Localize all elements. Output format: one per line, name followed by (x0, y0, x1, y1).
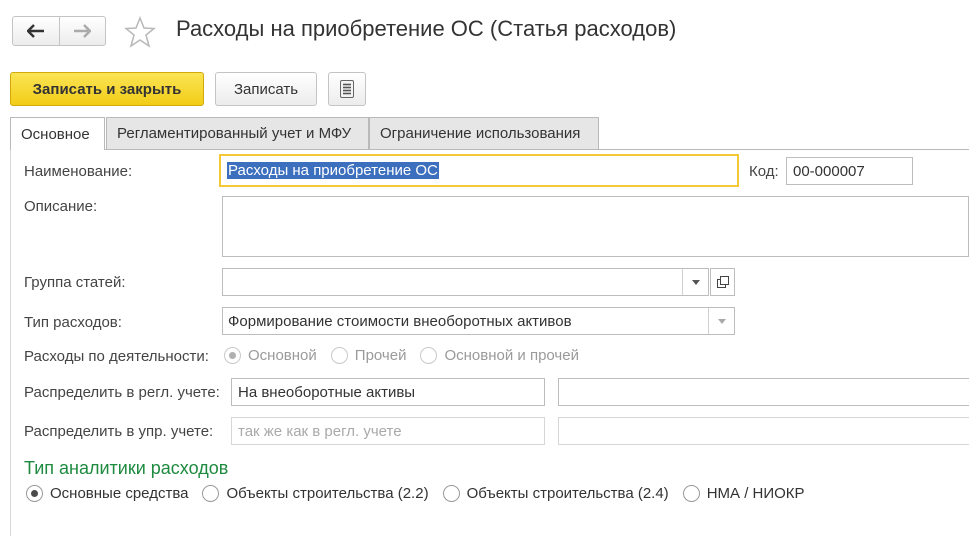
more-actions-button[interactable] (328, 72, 366, 106)
description-label: Описание: (24, 198, 98, 215)
code-label: Код: (749, 163, 779, 180)
analytics-option-intangible-assets[interactable]: НМА / НИОКР (682, 485, 805, 502)
distribute-mgmt-label: Распределить в упр. учете: (24, 423, 214, 440)
menu-list-icon (340, 80, 354, 98)
navigation-buttons (12, 16, 106, 46)
expense-type-label: Тип расходов: (24, 314, 122, 331)
expense-type-value: Формирование стоимости внеоборотных акти… (228, 312, 572, 330)
tab-regulated-accounting[interactable]: Регламентированный учет и МФУ (106, 117, 369, 149)
expense-type-field[interactable]: Формирование стоимости внеоборотных акти… (222, 307, 735, 335)
radio-button[interactable] (330, 347, 348, 364)
analytics-option-fixed-assets[interactable]: Основные средства (26, 485, 188, 502)
open-in-window-icon (716, 276, 729, 288)
activity-option-other[interactable]: Прочей (330, 347, 407, 364)
group-field[interactable] (222, 268, 709, 296)
distribute-mgmt-field[interactable]: так же как в регл. учете (231, 417, 545, 445)
arrow-right-icon (74, 24, 92, 38)
radio-button[interactable] (682, 485, 700, 502)
chevron-down-icon (691, 279, 700, 285)
distribute-reg-extra-field[interactable] (558, 378, 969, 406)
code-value: 00-000007 (793, 162, 865, 180)
name-value: Расходы на приобретение ОС (227, 162, 439, 179)
radio-label: НМА / НИОКР (706, 485, 805, 502)
radio-button[interactable] (224, 347, 241, 364)
save-and-close-button[interactable]: Записать и закрыть (10, 72, 204, 106)
forward-button[interactable] (58, 17, 106, 45)
analytics-option-construction-2-4[interactable]: Объекты строительства (2.4) (442, 485, 669, 502)
group-dropdown-button[interactable] (682, 269, 708, 295)
content-left-border (10, 149, 11, 536)
tabs-divider (10, 149, 969, 150)
back-button[interactable] (13, 17, 59, 45)
activity-option-main[interactable]: Основной (224, 347, 317, 364)
analytics-radio-group: Основные средства Объекты строительства … (26, 485, 819, 502)
analytics-option-construction-2-2[interactable]: Объекты строительства (2.2) (202, 485, 429, 502)
radio-button[interactable] (442, 485, 460, 502)
description-field[interactable] (222, 196, 969, 257)
distribute-mgmt-extra-field[interactable] (558, 417, 969, 445)
activity-label: Расходы по деятельности: (24, 348, 209, 365)
distribute-reg-label: Распределить в регл. учете: (24, 384, 220, 401)
radio-label: Основной и прочей (444, 347, 579, 364)
radio-label: Объекты строительства (2.4) (466, 485, 669, 502)
activity-radio-group: Основной Прочей Основной и прочей (224, 347, 593, 364)
save-button[interactable]: Записать (215, 72, 317, 106)
tab-usage-restriction[interactable]: Ограничение использования (369, 117, 599, 149)
distribute-reg-value: На внеоборотные активы (238, 383, 416, 401)
name-label: Наименование: (24, 163, 133, 180)
analytics-section-title: Тип аналитики расходов (24, 458, 229, 478)
expense-type-dropdown-button[interactable] (708, 308, 734, 334)
group-label: Группа статей: (24, 274, 126, 291)
chevron-down-icon (717, 318, 726, 324)
radio-button[interactable] (202, 485, 220, 502)
name-field[interactable]: Расходы на приобретение ОС (219, 154, 739, 187)
activity-option-main-and-other[interactable]: Основной и прочей (420, 347, 579, 364)
distribute-mgmt-placeholder: так же как в регл. учете (238, 422, 402, 440)
page-title: Расходы на приобретение ОС (Статья расхо… (176, 16, 677, 41)
radio-label: Объекты строительства (2.2) (226, 485, 429, 502)
radio-label: Основной (248, 347, 317, 364)
radio-label: Основные средства (50, 485, 189, 502)
radio-button[interactable] (420, 347, 438, 364)
code-field[interactable]: 00-000007 (786, 157, 913, 185)
favorite-star-icon[interactable] (124, 15, 156, 48)
distribute-reg-field[interactable]: На внеоборотные активы (231, 378, 545, 406)
tab-main[interactable]: Основное (10, 117, 105, 150)
radio-button[interactable] (26, 485, 43, 502)
group-open-button[interactable] (710, 268, 735, 296)
arrow-left-icon (26, 24, 44, 38)
radio-label: Прочей (354, 347, 407, 364)
